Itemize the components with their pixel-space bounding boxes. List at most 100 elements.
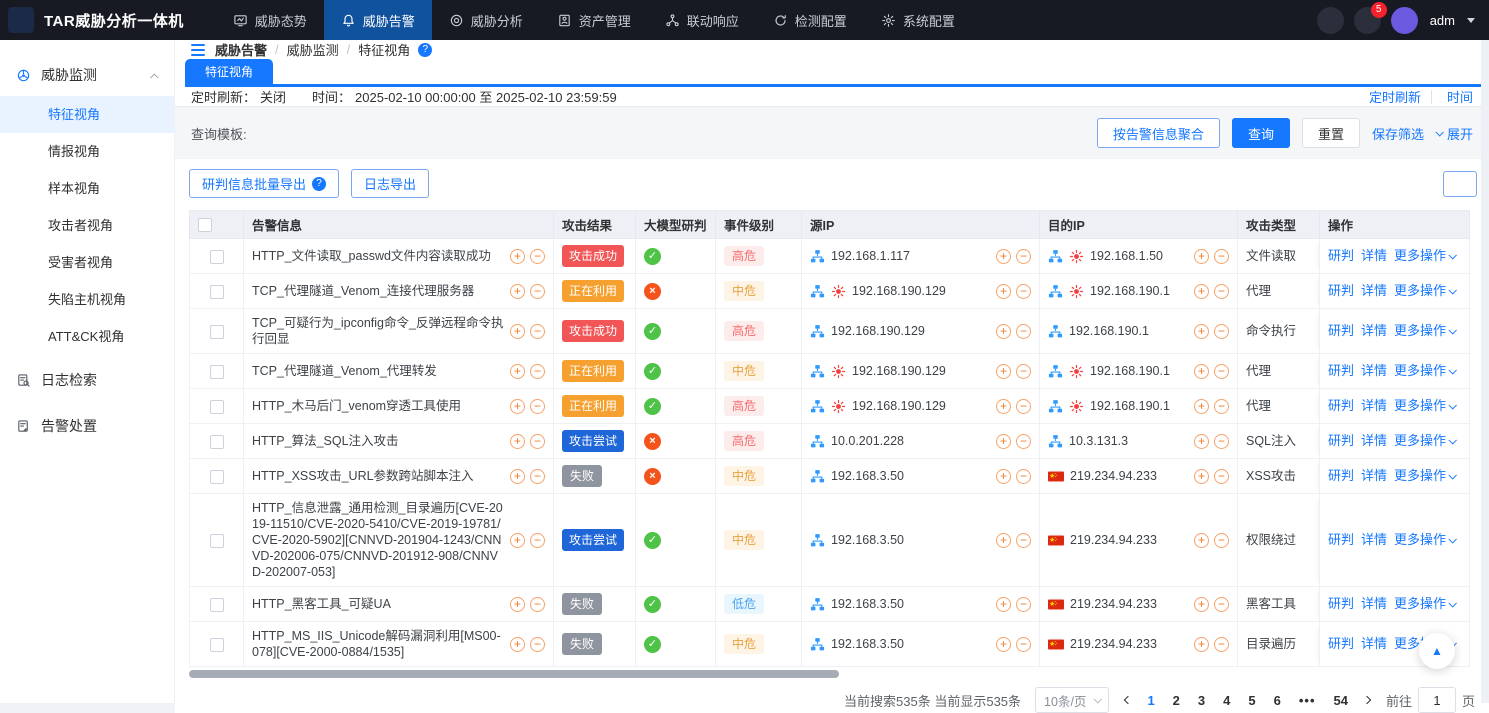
expand-filter-link[interactable]: 展开: [1436, 124, 1473, 143]
dest-ip[interactable]: 192.168.190.1: [1090, 283, 1170, 299]
row-checkbox[interactable]: [210, 470, 224, 484]
action-verdict-link[interactable]: 研判: [1328, 398, 1354, 414]
sidebar-item[interactable]: 情报视角: [0, 133, 174, 170]
filter-exclude-icon[interactable]: −: [530, 434, 545, 449]
column-header[interactable]: 操作: [1320, 211, 1470, 239]
sidebar-item[interactable]: ATT&CK视角: [0, 318, 174, 355]
column-header[interactable]: 大模型研判: [636, 211, 716, 239]
row-checkbox[interactable]: [210, 598, 224, 612]
help-icon[interactable]: ?: [418, 43, 432, 57]
select-all-checkbox[interactable]: [198, 218, 212, 232]
tab-feature-view[interactable]: 特征视角: [185, 59, 273, 84]
filter-exclude-icon[interactable]: −: [1016, 637, 1031, 652]
action-verdict-link[interactable]: 研判: [1328, 468, 1354, 484]
filter-exclude-icon[interactable]: −: [530, 364, 545, 379]
query-button[interactable]: 查询: [1232, 118, 1290, 148]
nav-item-detection[interactable]: 检测配置: [756, 0, 864, 40]
page-number[interactable]: 6: [1274, 693, 1281, 708]
filter-include-icon[interactable]: +: [510, 469, 525, 484]
action-more-link[interactable]: 更多操作: [1394, 433, 1455, 449]
sidebar-item[interactable]: 受害者视角: [0, 244, 174, 281]
row-checkbox[interactable]: [210, 435, 224, 449]
action-detail-link[interactable]: 详情: [1361, 636, 1387, 652]
sidebar-item-log-search[interactable]: 日志检索: [0, 359, 174, 401]
sidebar-item[interactable]: 样本视角: [0, 170, 174, 207]
back-to-top-button[interactable]: ▲: [1419, 633, 1455, 669]
action-detail-link[interactable]: 详情: [1361, 433, 1387, 449]
dest-ip[interactable]: 219.234.94.233: [1070, 636, 1157, 652]
filter-exclude-icon[interactable]: −: [1214, 597, 1229, 612]
breadcrumb-item[interactable]: 威胁监测: [287, 40, 339, 59]
action-detail-link[interactable]: 详情: [1361, 398, 1387, 414]
dest-ip[interactable]: 219.234.94.233: [1070, 532, 1157, 548]
nav-item-asset[interactable]: 资产管理: [540, 0, 648, 40]
filter-include-icon[interactable]: +: [1194, 324, 1209, 339]
filter-include-icon[interactable]: +: [996, 469, 1011, 484]
dest-ip[interactable]: 192.168.190.1: [1090, 363, 1170, 379]
source-ip[interactable]: 192.168.3.50: [831, 532, 904, 548]
alert-name[interactable]: HTTP_黑客工具_可疑UA: [252, 596, 506, 612]
breadcrumb-item[interactable]: 威胁告警: [215, 40, 267, 59]
goto-page-input[interactable]: [1418, 687, 1456, 713]
filter-include-icon[interactable]: +: [510, 637, 525, 652]
page-number[interactable]: 4: [1223, 693, 1230, 708]
action-verdict-link[interactable]: 研判: [1328, 636, 1354, 652]
action-detail-link[interactable]: 详情: [1361, 468, 1387, 484]
filter-exclude-icon[interactable]: −: [1214, 533, 1229, 548]
page-number[interactable]: 3: [1198, 693, 1205, 708]
save-filter-link[interactable]: 保存筛选: [1372, 124, 1424, 143]
row-checkbox[interactable]: [210, 365, 224, 379]
action-detail-link[interactable]: 详情: [1361, 248, 1387, 264]
action-more-link[interactable]: 更多操作: [1394, 398, 1455, 414]
auto-refresh-button[interactable]: 定时刷新: [1364, 87, 1421, 106]
action-more-link[interactable]: 更多操作: [1394, 596, 1455, 612]
dest-ip[interactable]: 219.234.94.233: [1070, 468, 1157, 484]
action-verdict-link[interactable]: 研判: [1328, 363, 1354, 379]
time-picker-button[interactable]: 时间: [1442, 87, 1473, 106]
source-ip[interactable]: 192.168.3.50: [831, 596, 904, 612]
horizontal-scrollbar-thumb[interactable]: [189, 670, 839, 678]
alert-name[interactable]: TCP_可疑行为_ipconfig命令_反弹远程命令执行回显: [252, 315, 506, 347]
sidebar-item[interactable]: 特征视角: [0, 96, 174, 133]
filter-exclude-icon[interactable]: −: [530, 284, 545, 299]
filter-exclude-icon[interactable]: −: [1016, 469, 1031, 484]
page-number[interactable]: 5: [1248, 693, 1255, 708]
source-ip[interactable]: 192.168.3.50: [831, 468, 904, 484]
source-ip[interactable]: 192.168.1.117: [831, 248, 910, 264]
filter-exclude-icon[interactable]: −: [1214, 284, 1229, 299]
page-number[interactable]: 54: [1334, 693, 1348, 708]
filter-exclude-icon[interactable]: −: [530, 324, 545, 339]
alert-name[interactable]: HTTP_算法_SQL注入攻击: [252, 433, 506, 449]
filter-include-icon[interactable]: +: [996, 249, 1011, 264]
export-log-button[interactable]: 日志导出: [351, 169, 429, 198]
action-more-link[interactable]: 更多操作: [1394, 532, 1455, 548]
filter-include-icon[interactable]: +: [510, 434, 525, 449]
filter-exclude-icon[interactable]: −: [1016, 399, 1031, 414]
action-detail-link[interactable]: 详情: [1361, 283, 1387, 299]
sidebar-item[interactable]: 失陷主机视角: [0, 281, 174, 318]
filter-include-icon[interactable]: +: [996, 637, 1011, 652]
alert-name[interactable]: HTTP_XSS攻击_URL参数跨站脚本注入: [252, 468, 506, 484]
row-checkbox[interactable]: [210, 534, 224, 548]
filter-include-icon[interactable]: +: [510, 533, 525, 548]
filter-include-icon[interactable]: +: [510, 399, 525, 414]
aggregate-by-alert-button[interactable]: 按告警信息聚合: [1097, 118, 1220, 148]
filter-exclude-icon[interactable]: −: [1214, 469, 1229, 484]
notifications-button[interactable]: 5: [1354, 7, 1381, 34]
filter-include-icon[interactable]: +: [1194, 249, 1209, 264]
filter-exclude-icon[interactable]: −: [530, 469, 545, 484]
filter-exclude-icon[interactable]: −: [530, 597, 545, 612]
action-detail-link[interactable]: 详情: [1361, 596, 1387, 612]
reset-button[interactable]: 重置: [1302, 118, 1360, 148]
filter-include-icon[interactable]: +: [1194, 364, 1209, 379]
filter-include-icon[interactable]: +: [1194, 469, 1209, 484]
action-more-link[interactable]: 更多操作: [1394, 323, 1455, 339]
source-ip[interactable]: 192.168.3.50: [831, 636, 904, 652]
filter-exclude-icon[interactable]: −: [1214, 364, 1229, 379]
filter-exclude-icon[interactable]: −: [1016, 324, 1031, 339]
apps-grid-button[interactable]: [1317, 7, 1344, 34]
filter-exclude-icon[interactable]: −: [1016, 533, 1031, 548]
action-more-link[interactable]: 更多操作: [1394, 363, 1455, 379]
column-header[interactable]: 攻击结果: [554, 211, 636, 239]
action-verdict-link[interactable]: 研判: [1328, 248, 1354, 264]
